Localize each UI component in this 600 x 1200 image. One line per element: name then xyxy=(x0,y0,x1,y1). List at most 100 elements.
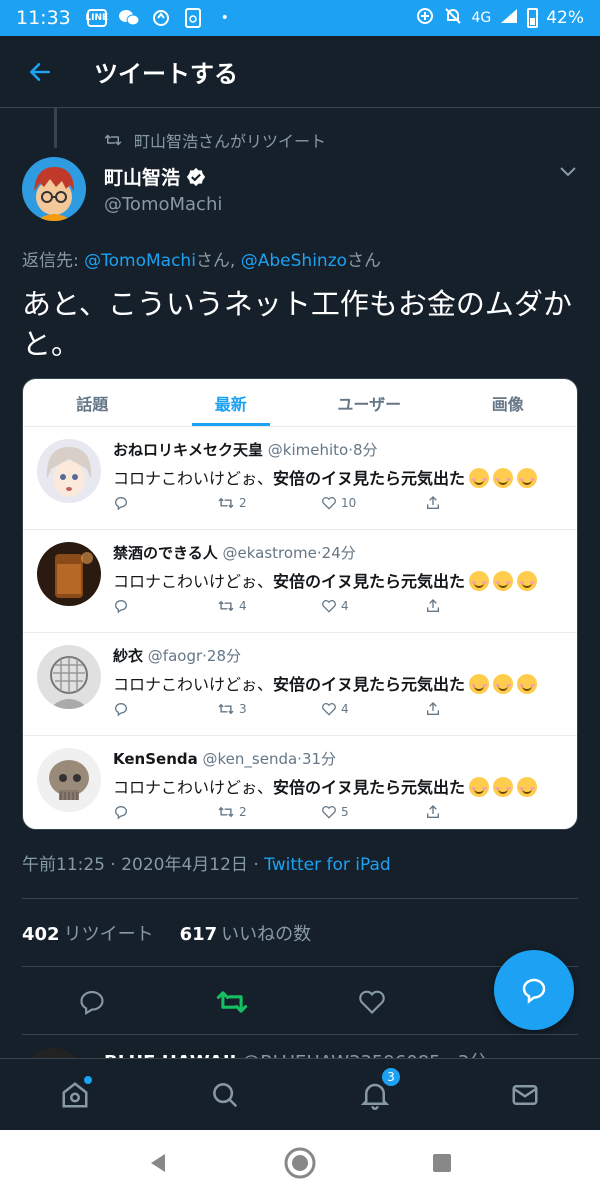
like-stat[interactable]: 617 いいねの数 xyxy=(180,920,312,946)
image-reply-icon xyxy=(113,598,217,614)
image-tweet-text-plain: コロナこわいけどぉ、 xyxy=(113,778,274,797)
retweet-icon xyxy=(104,134,122,146)
sync-icon xyxy=(149,6,173,30)
image-tweet-text: コロナこわいけどぉ、安倍のイヌ見たら元気出た xyxy=(113,671,538,695)
smile-emoji-icon xyxy=(517,674,538,694)
image-tweet-name: おねロリキメセク天皇 xyxy=(113,441,264,459)
image-tweet-name: 紗衣 xyxy=(113,647,144,665)
mention-link-tomomachi[interactable]: @TomoMachi xyxy=(84,251,196,271)
image-tweet-header: 禁酒のできる人 @ekastrome·24分 xyxy=(113,544,356,562)
wechat-icon xyxy=(117,6,141,30)
retweet-context[interactable]: 町山智浩さんがリツイート xyxy=(104,128,326,152)
more-options-button[interactable] xyxy=(558,164,578,183)
system-navigation xyxy=(0,1130,600,1200)
image-like-count: 4 xyxy=(321,701,425,717)
image-tweet-time: 31分 xyxy=(301,750,337,768)
image-tab-trending: 話題 xyxy=(76,394,109,414)
circle-home-icon xyxy=(284,1147,316,1179)
image-tweet-avatar xyxy=(37,748,101,812)
like-button[interactable] xyxy=(302,989,442,1015)
smile-emoji-icon xyxy=(493,674,514,694)
tweet-source-link[interactable]: Twitter for iPad xyxy=(264,855,391,875)
retweet-count: 402 xyxy=(22,924,60,945)
next-reply-peek[interactable]: BLUE HAWAII@BLUEHAW33596085 · 3分 xyxy=(22,1040,578,1060)
image-tweet-time: 8分 xyxy=(353,441,378,459)
image-like-count: 5 xyxy=(321,804,425,820)
image-reply-icon xyxy=(113,804,217,820)
smile-emoji-icon xyxy=(469,571,490,591)
image-tweet-avatar xyxy=(37,439,101,503)
nav-messages[interactable] xyxy=(450,1080,600,1110)
image-tweet-row: 禁酒のできる人 @ekastrome·24分 コロナこわいけどぉ、安倍のイヌ見た… xyxy=(23,530,577,633)
author-name-row[interactable]: 町山智浩 xyxy=(104,163,222,190)
image-tweet-handle: @kimehito xyxy=(267,441,349,459)
smile-emoji-icon xyxy=(493,777,514,797)
status-bar: 11:33 LINE • 4G 42% xyxy=(0,0,600,36)
image-share-icon xyxy=(425,598,529,614)
compose-reply-button[interactable] xyxy=(494,950,574,1030)
system-home-button[interactable] xyxy=(283,1146,317,1184)
image-retweet-count: 4 xyxy=(217,598,321,614)
smile-emoji-icon xyxy=(517,777,538,797)
nav-search[interactable] xyxy=(150,1080,300,1110)
tweet-image[interactable]: 話題 最新 ユーザー 画像 おねロリキメセク天皇 @kimehito·8分 コロ… xyxy=(22,378,578,830)
signal-icon xyxy=(499,7,519,30)
tweet-timestamp: 午前11:25 · 2020年4月12日 · xyxy=(22,855,265,875)
smile-emoji-icon xyxy=(469,674,490,694)
image-tweet-actions: 2 10 xyxy=(113,495,553,511)
retweet-button[interactable] xyxy=(162,989,302,1015)
image-tweet-row: KenSenda @ken_senda·31分 コロナこわいけどぉ、安倍のイヌ見… xyxy=(23,736,577,829)
divider xyxy=(22,898,578,899)
reply-bubble-icon xyxy=(522,978,546,1004)
battery-percent: 42% xyxy=(546,8,584,28)
back-button[interactable] xyxy=(16,48,64,96)
nav-home[interactable] xyxy=(0,1075,150,1110)
image-tweet-row: 紗衣 @faogr·28分 コロナこわいけどぉ、安倍のイヌ見たら元気出た 3 4 xyxy=(23,633,577,736)
image-tweet-actions: 4 4 xyxy=(113,598,553,614)
thread-line xyxy=(54,108,57,148)
image-tweet-text-bold: 安倍のイヌ見たら元気出た xyxy=(273,778,466,797)
author-handle: @TomoMachi xyxy=(104,194,223,215)
image-tweet-handle: @ekastrome xyxy=(222,544,317,562)
notification-badge: 3 xyxy=(380,1065,402,1088)
image-tab-latest: 最新 xyxy=(162,379,301,426)
image-tab-images: 画像 xyxy=(491,394,524,414)
retweet-label: リツイート xyxy=(63,924,154,945)
search-icon xyxy=(213,1082,238,1107)
image-tab-users: ユーザー xyxy=(337,394,402,414)
dot-icon: • xyxy=(220,10,229,26)
home-unread-dot xyxy=(84,1075,92,1084)
image-tweet-header: KenSenda @ken_senda·31分 xyxy=(113,750,337,768)
top-bar: ツイートする xyxy=(0,36,600,108)
image-reply-icon xyxy=(113,701,217,717)
nav-notifications[interactable]: 3 xyxy=(300,1065,450,1110)
image-like-count: 4 xyxy=(321,598,425,614)
image-tweet-avatar xyxy=(37,542,101,606)
image-tweet-avatar xyxy=(37,645,101,709)
image-tweet-text: コロナこわいけどぉ、安倍のイヌ見たら元気出た xyxy=(113,568,538,592)
reply-sep-2: さん xyxy=(347,251,382,271)
divider xyxy=(22,1034,578,1035)
image-tweet-header: おねロリキメセク天皇 @kimehito·8分 xyxy=(113,441,378,459)
heart-icon xyxy=(359,990,385,1014)
status-time: 11:33 xyxy=(16,7,71,29)
image-tweet-handle: @ken_senda xyxy=(202,750,298,768)
image-like-count: 10 xyxy=(321,495,425,511)
system-back-button[interactable] xyxy=(147,1151,169,1179)
chevron-down-icon xyxy=(560,167,576,177)
battery-icon xyxy=(527,8,539,28)
image-tweet-handle: @faogr xyxy=(147,647,203,665)
smile-emoji-icon xyxy=(469,777,490,797)
reply-sep-1: さん, xyxy=(195,251,241,271)
mute-icon xyxy=(443,6,463,31)
like-label: いいねの数 xyxy=(221,924,312,945)
reply-button[interactable] xyxy=(22,988,162,1016)
system-recents-button[interactable] xyxy=(431,1152,453,1178)
image-share-icon xyxy=(425,495,529,511)
retweet-stat[interactable]: 402 リツイート xyxy=(22,920,154,946)
author-avatar[interactable] xyxy=(22,157,86,221)
mention-link-abeshinzo[interactable]: @AbeShinzo xyxy=(241,251,347,271)
square-recents-icon xyxy=(433,1154,451,1172)
tweet-stats: 402 リツイート 617 いいねの数 xyxy=(22,920,311,946)
network-type: 4G xyxy=(471,10,492,26)
